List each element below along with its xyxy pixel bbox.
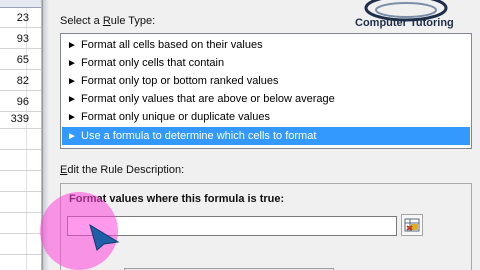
arrow-icon: ► bbox=[67, 76, 77, 87]
rule-type-item[interactable]: ► Format only values that are above or be… bbox=[62, 90, 470, 108]
sheet-cell-empty[interactable] bbox=[0, 214, 41, 234]
sheet-cell-empty[interactable] bbox=[0, 235, 41, 255]
sheet-cell[interactable]: 65 bbox=[0, 50, 41, 70]
rule-type-item[interactable]: ► Format only top or bottom ranked values bbox=[62, 72, 470, 90]
column-header[interactable] bbox=[0, 0, 41, 8]
collapse-dialog-button[interactable] bbox=[401, 214, 423, 236]
logo-text: Computer Tutoring bbox=[355, 17, 454, 29]
rule-type-item[interactable]: ► Format only unique or duplicate values bbox=[62, 108, 470, 126]
spreadsheet-column: 23 93 65 82 96 339 bbox=[0, 0, 42, 270]
edit-rule-description-label: Edit the Rule Description: bbox=[60, 164, 185, 176]
rule-type-item-selected[interactable]: ► Use a formula to determine which cells … bbox=[62, 127, 470, 145]
sheet-cell-empty[interactable] bbox=[0, 172, 41, 192]
rule-type-item[interactable]: ► Format only cells that contain bbox=[62, 54, 470, 72]
sheet-cell[interactable]: 93 bbox=[0, 29, 41, 49]
rule-type-list[interactable]: ► Format all cells based on their values … bbox=[60, 33, 472, 149]
rule-type-item[interactable]: ► Format all cells based on their values bbox=[62, 36, 470, 54]
arrow-icon: ► bbox=[67, 112, 77, 123]
sheet-cell-empty[interactable] bbox=[0, 193, 41, 213]
select-rule-type-label: Select a Rule Type: bbox=[60, 15, 156, 27]
sheet-cell[interactable]: 23 bbox=[0, 8, 41, 28]
range-select-icon bbox=[404, 218, 420, 232]
arrow-icon: ► bbox=[67, 58, 77, 69]
arrow-icon: ► bbox=[67, 40, 77, 51]
sheet-cell-empty[interactable] bbox=[0, 151, 41, 171]
arrow-icon: ► bbox=[67, 131, 77, 142]
arrow-icon: ► bbox=[67, 94, 77, 105]
mouse-pointer-icon bbox=[89, 223, 120, 251]
sheet-cell-empty[interactable] bbox=[0, 130, 41, 150]
sheet-cell[interactable]: 339 bbox=[0, 109, 41, 129]
sheet-cell[interactable]: 82 bbox=[0, 71, 41, 91]
